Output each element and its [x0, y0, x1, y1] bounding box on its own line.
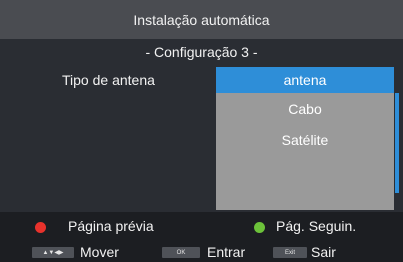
arrow-keys-icon: ▲▼◀▶	[32, 247, 74, 258]
step-subtitle: - Configuração 3 -	[145, 44, 258, 60]
header-title-bar: Instalação automática	[0, 0, 403, 39]
red-key-icon	[35, 222, 46, 233]
option-antena[interactable]: antena	[216, 67, 394, 93]
footer-help-bar: Página prévia Pág. Seguin. ▲▼◀▶ Mover OK…	[0, 212, 403, 262]
exit-key-icon: Exit	[273, 247, 307, 258]
scrollbar-thumb[interactable]	[395, 93, 399, 193]
exit-label: Sair	[311, 244, 336, 260]
option-cabo[interactable]: Cabo	[216, 96, 394, 122]
move-label: Mover	[80, 244, 119, 260]
enter-label: Entrar	[207, 244, 246, 260]
antenna-type-list[interactable]: antena Cabo Satélite	[216, 67, 394, 210]
page-title: Instalação automática	[133, 11, 270, 28]
option-label: Satélite	[281, 132, 329, 148]
prev-page-label: Página prévia	[68, 218, 154, 234]
option-label: antena	[283, 72, 327, 88]
option-satelite[interactable]: Satélite	[216, 127, 394, 153]
option-label: Cabo	[288, 101, 322, 117]
list-scrollbar[interactable]	[395, 67, 399, 210]
step-subtitle-bar: - Configuração 3 -	[0, 39, 403, 65]
ok-key-icon: OK	[162, 247, 200, 258]
antenna-type-label: Tipo de antena	[62, 72, 155, 88]
next-page-label: Pág. Seguin.	[276, 218, 357, 234]
green-key-icon	[254, 222, 265, 233]
